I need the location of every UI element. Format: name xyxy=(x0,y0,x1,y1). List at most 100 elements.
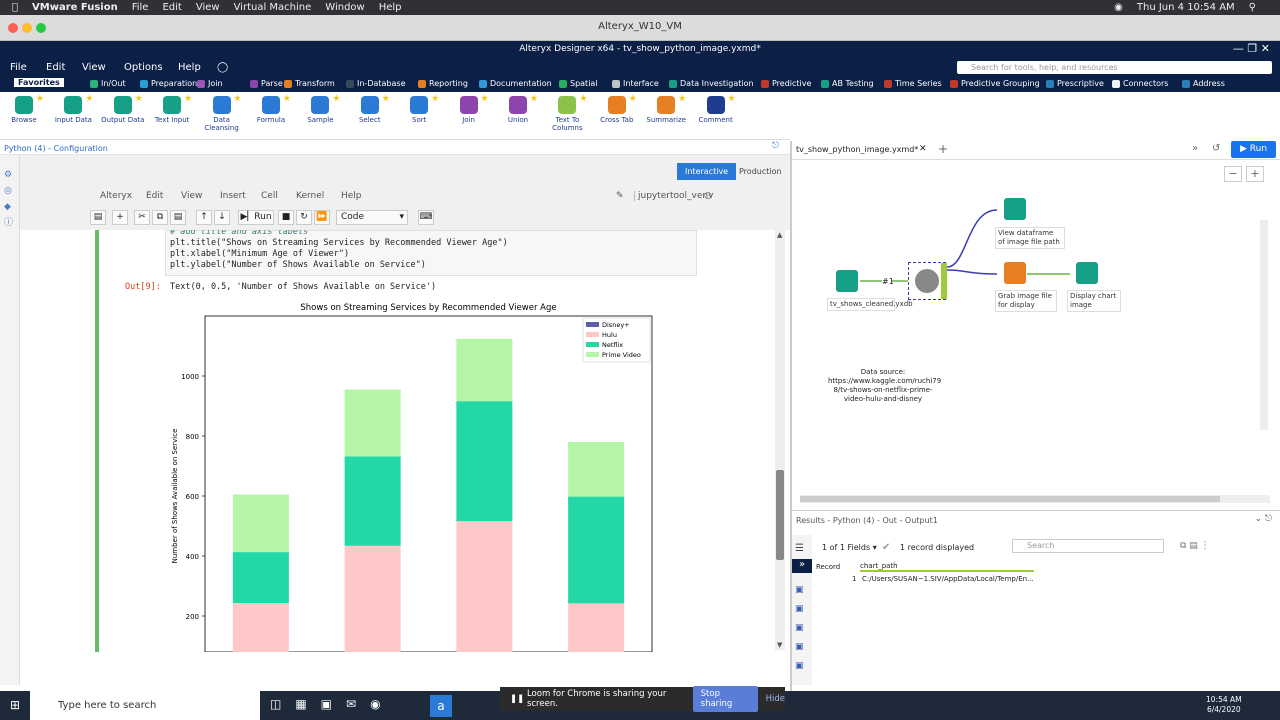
pin-icon[interactable]: ⎋ xyxy=(772,141,779,151)
globe-icon[interactable]: ◯ xyxy=(217,62,228,73)
category-tab[interactable]: Predictive Grouping xyxy=(950,79,1040,88)
category-tab[interactable]: In/Out xyxy=(90,79,126,88)
app-name[interactable]: VMware Fusion xyxy=(32,2,118,13)
favorite-star-icon[interactable]: ★ xyxy=(135,94,143,104)
favorite-star-icon[interactable]: ★ xyxy=(678,94,686,104)
favorite-star-icon[interactable]: ★ xyxy=(629,94,637,104)
tool-output-data[interactable]: ★ Output Data xyxy=(97,94,149,124)
window-controls[interactable]: — ❐ ✕ xyxy=(1233,42,1270,55)
favorite-star-icon[interactable]: ★ xyxy=(431,94,439,104)
category-tab[interactable]: Transform xyxy=(284,79,335,88)
category-tab[interactable]: Interface xyxy=(612,79,659,88)
tool-data-cleansing[interactable]: ★ Data Cleansing xyxy=(196,94,248,132)
tool-comment[interactable]: ★ Comment xyxy=(690,94,742,124)
add-cell-icon[interactable]: + xyxy=(112,210,128,225)
favorite-star-icon[interactable]: ★ xyxy=(283,94,291,104)
workflow-tab[interactable]: tv_show_python_image.yxmd* xyxy=(796,145,918,154)
favorite-star-icon[interactable]: ★ xyxy=(382,94,390,104)
keyboard-icon[interactable]: ⌨ xyxy=(418,210,434,225)
history-icon[interactable]: ↺ xyxy=(1212,143,1220,154)
jupyter-menu-help[interactable]: Help xyxy=(341,191,362,201)
tool-summarize[interactable]: ★ Summarize xyxy=(640,94,692,124)
mac-clock[interactable]: Thu Jun 4 10:54 AM xyxy=(1137,2,1235,13)
results-toolbar-icons[interactable]: ⧉ ▤ ⋮ xyxy=(1180,541,1210,551)
chart-path-column-header[interactable]: chart_path xyxy=(860,562,1034,572)
tool-select[interactable]: ★ Select xyxy=(344,94,396,124)
category-tab[interactable]: Prescriptive xyxy=(1046,79,1104,88)
favorite-star-icon[interactable]: ★ xyxy=(234,94,242,104)
jupyter-menu-alteryx[interactable]: Alteryx xyxy=(100,191,132,201)
save-icon[interactable]: ▤ xyxy=(90,210,106,225)
anchor-icons[interactable]: ▣ ▣ ▣ ▣ ▣ xyxy=(795,581,804,676)
config-side-icons[interactable]: ⚙ ◎ ◆ ⓘ xyxy=(4,167,15,231)
category-tab[interactable]: Documentation xyxy=(479,79,552,88)
stop-icon[interactable]: ■ xyxy=(278,210,294,225)
jupyter-menu-edit[interactable]: Edit xyxy=(146,191,163,201)
chart-path-cell[interactable]: C:/Users/SUSAN~1.SIV/AppData/Local/Temp/… xyxy=(862,575,1034,583)
move-down-icon[interactable]: ↓ xyxy=(214,210,230,225)
expand-icon[interactable]: » xyxy=(1192,143,1198,154)
menu-edit[interactable]: Edit xyxy=(46,62,65,73)
category-tab[interactable]: Favorites xyxy=(14,78,64,87)
tool-text-input[interactable]: ★ Text Input xyxy=(146,94,198,124)
run-workflow-button[interactable]: ▶ Run xyxy=(1231,141,1276,158)
stop-sharing-button[interactable]: Stop sharing xyxy=(692,686,758,712)
notebook-scrollbar[interactable] xyxy=(775,230,785,650)
mac-menu-edit[interactable]: Edit xyxy=(162,2,181,13)
tool-input-data[interactable]: ★ Input Data xyxy=(47,94,99,124)
image-node[interactable] xyxy=(1004,262,1026,284)
cell-type-select[interactable]: Code ▾ xyxy=(336,210,408,225)
canvas-horizontal-scrollbar[interactable] xyxy=(800,495,1270,503)
edit-pencil-icon[interactable]: ✎ xyxy=(616,191,624,201)
results-collapse-icon[interactable]: ⌄ ⎋ xyxy=(1254,514,1272,524)
jupyter-menu-cell[interactable]: Cell xyxy=(261,191,278,201)
search-icon[interactable]: ⚲ xyxy=(1249,2,1256,13)
menu-file[interactable]: File xyxy=(10,62,27,73)
browse-node-image[interactable] xyxy=(1076,262,1098,284)
code-cell[interactable]: # add title and axis labels plt.title("Sh… xyxy=(165,230,697,276)
canvas-scrollbar[interactable] xyxy=(1260,220,1268,430)
fields-dropdown[interactable]: 1 of 1 Fields ▾ xyxy=(822,543,877,552)
jupyter-menu-view[interactable]: View xyxy=(181,191,202,201)
category-tab[interactable]: In-Database xyxy=(346,79,406,88)
mac-menu-help[interactable]: Help xyxy=(379,2,402,13)
category-tab[interactable]: Connectors xyxy=(1112,79,1168,88)
favorite-star-icon[interactable]: ★ xyxy=(36,94,44,104)
favorite-star-icon[interactable]: ★ xyxy=(530,94,538,104)
move-up-icon[interactable]: ↑ xyxy=(196,210,212,225)
fast-forward-icon[interactable]: ⏩ xyxy=(314,210,330,225)
run-cell-button[interactable]: ▶▏Run xyxy=(238,210,274,225)
paste-icon[interactable]: ▤ xyxy=(170,210,186,225)
mac-menu-file[interactable]: File xyxy=(132,2,149,13)
mac-menu-view[interactable]: View xyxy=(196,2,220,13)
tool-cross-tab[interactable]: ★ Cross Tab xyxy=(591,94,643,124)
browse-node-df[interactable] xyxy=(1004,198,1026,220)
cut-icon[interactable]: ✂ xyxy=(134,210,150,225)
menu-view[interactable]: View xyxy=(82,62,106,73)
new-tab-icon[interactable]: + xyxy=(938,142,948,156)
tool-search-input[interactable]: Search for tools, help, and resources xyxy=(957,61,1272,74)
favorite-star-icon[interactable]: ★ xyxy=(184,94,192,104)
jupyter-menu-insert[interactable]: Insert xyxy=(220,191,246,201)
taskbar-app-icons[interactable]: ◫▦▣✉◉ xyxy=(270,697,395,711)
favorite-star-icon[interactable]: ★ xyxy=(332,94,340,104)
tool-formula[interactable]: ★ Formula xyxy=(245,94,297,124)
category-tab[interactable]: Predictive xyxy=(761,79,811,88)
canvas-hscroll-thumb[interactable] xyxy=(800,496,1220,502)
python-node-selection[interactable] xyxy=(908,262,947,300)
category-tab[interactable]: Reporting xyxy=(418,79,468,88)
scroll-up-icon[interactable]: ▲ xyxy=(777,231,782,239)
menu-options[interactable]: Options xyxy=(124,62,163,73)
favorite-star-icon[interactable]: ★ xyxy=(728,94,736,104)
category-tab[interactable]: Spatial xyxy=(559,79,598,88)
results-search-input[interactable]: Search xyxy=(1012,539,1164,553)
copy-icon[interactable]: ⧉ xyxy=(152,210,168,225)
restart-icon[interactable]: ↻ xyxy=(296,210,312,225)
scroll-down-icon[interactable]: ▼ xyxy=(777,641,782,649)
tool-union[interactable]: ★ Union xyxy=(492,94,544,124)
alteryx-taskbar-icon[interactable]: a xyxy=(430,695,452,717)
input-data-node[interactable] xyxy=(836,270,858,292)
taskbar-search-input[interactable]: Type here to search xyxy=(30,691,260,720)
category-tab[interactable]: Join xyxy=(197,79,223,88)
category-tab[interactable]: Time Series xyxy=(884,79,942,88)
